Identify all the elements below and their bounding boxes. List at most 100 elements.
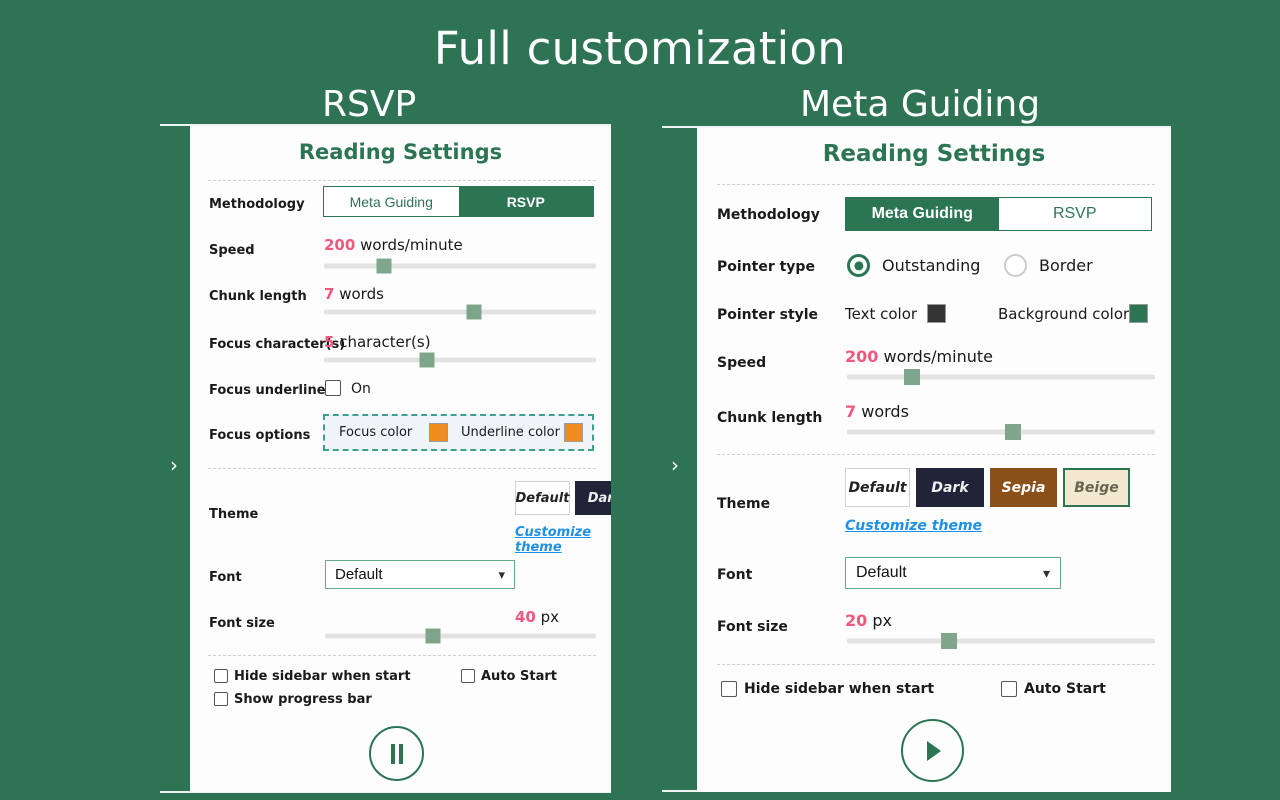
font-size-label: Font size bbox=[209, 616, 275, 631]
speed-value: 200 bbox=[324, 236, 356, 254]
chunk-length-label: Chunk length bbox=[717, 410, 823, 426]
methodology-option-rsvp[interactable]: RSVP bbox=[458, 187, 593, 216]
font-select[interactable]: Default ▾ bbox=[325, 560, 515, 589]
hide-sidebar-checkbox[interactable] bbox=[214, 669, 228, 683]
focus-color-label: Focus color bbox=[339, 425, 413, 440]
focus-characters-slider-thumb[interactable] bbox=[419, 352, 435, 368]
chunk-length-value-line: 7 words bbox=[324, 285, 384, 303]
focus-options-box: Focus color Underline color bbox=[323, 414, 594, 451]
pointer-text-color-swatch[interactable] bbox=[927, 304, 946, 323]
panel-caption-right: Meta Guiding bbox=[800, 84, 1041, 125]
font-size-unit: px bbox=[872, 611, 892, 630]
auto-start-checkbox[interactable] bbox=[461, 669, 475, 683]
theme-option-default[interactable]: Default bbox=[845, 468, 910, 507]
underline-color-swatch[interactable] bbox=[564, 423, 583, 442]
speed-slider-thumb[interactable] bbox=[903, 369, 920, 385]
play-button[interactable] bbox=[901, 719, 964, 782]
focus-color-swatch[interactable] bbox=[429, 423, 448, 442]
separator bbox=[208, 180, 596, 181]
focus-characters-value: 5 bbox=[324, 333, 335, 351]
hide-sidebar-label: Hide sidebar when start bbox=[744, 681, 935, 697]
font-size-value-line: 20 px bbox=[845, 611, 892, 630]
focus-characters-slider[interactable] bbox=[324, 352, 596, 368]
theme-option-beige[interactable]: Beige bbox=[1063, 468, 1130, 507]
play-icon bbox=[926, 740, 941, 761]
customize-theme-link[interactable]: Customize theme bbox=[845, 518, 982, 534]
methodology-option-meta-guiding[interactable]: Meta Guiding bbox=[846, 198, 999, 230]
focus-options-label: Focus options bbox=[209, 428, 311, 443]
speed-unit: words/minute bbox=[360, 236, 463, 254]
methodology-toggle[interactable]: Meta Guiding RSVP bbox=[845, 197, 1152, 231]
theme-label: Theme bbox=[209, 507, 259, 522]
pointer-type-option-outstanding[interactable]: Outstanding bbox=[882, 256, 980, 275]
theme-option-dark[interactable]: Dark bbox=[575, 481, 611, 515]
rsvp-settings-panel: Reading Settings Methodology Meta Guidin… bbox=[190, 126, 611, 792]
pointer-type-radio-outstanding[interactable] bbox=[847, 254, 870, 277]
font-label: Font bbox=[717, 567, 753, 583]
theme-options: Default Dark Sepia Beige bbox=[515, 481, 611, 515]
hide-sidebar-checkbox[interactable] bbox=[721, 681, 737, 697]
right-panel-heading: Reading Settings bbox=[822, 141, 1046, 167]
separator bbox=[717, 184, 1155, 185]
font-select-value: Default bbox=[856, 564, 907, 581]
page-title: Full customization bbox=[433, 22, 847, 75]
chunk-length-slider-track bbox=[324, 309, 596, 315]
speed-slider[interactable] bbox=[324, 258, 596, 274]
font-size-slider-thumb[interactable] bbox=[425, 628, 441, 644]
meta-guiding-settings-panel: Reading Settings Methodology Meta Guidin… bbox=[697, 128, 1171, 792]
auto-start-label: Auto Start bbox=[1024, 681, 1106, 697]
chunk-length-value-line: 7 words bbox=[845, 402, 909, 421]
speed-value-line: 200 words/minute bbox=[324, 236, 463, 254]
methodology-option-rsvp[interactable]: RSVP bbox=[998, 198, 1151, 230]
expand-sidebar-chevron-left[interactable]: › bbox=[170, 455, 178, 475]
chunk-length-value: 7 bbox=[845, 402, 857, 421]
theme-option-default[interactable]: Default bbox=[515, 481, 570, 515]
methodology-toggle[interactable]: Meta Guiding RSVP bbox=[323, 186, 594, 217]
focus-characters-unit: character(s) bbox=[339, 333, 431, 351]
font-size-value-line: 40 px bbox=[515, 608, 559, 626]
font-select[interactable]: Default ▾ bbox=[845, 557, 1061, 589]
speed-slider-track bbox=[847, 374, 1155, 380]
speed-label: Speed bbox=[717, 355, 767, 371]
pointer-background-color-swatch[interactable] bbox=[1129, 304, 1148, 323]
pointer-type-option-border[interactable]: Border bbox=[1039, 256, 1093, 275]
theme-option-dark[interactable]: Dark bbox=[916, 468, 984, 507]
font-size-slider[interactable] bbox=[847, 633, 1155, 649]
theme-options: Default Dark Sepia Beige bbox=[845, 468, 1130, 507]
focus-characters-slider-track bbox=[324, 357, 596, 363]
customize-theme-link[interactable]: Customize theme bbox=[515, 525, 611, 555]
chunk-length-unit: words bbox=[339, 285, 384, 303]
font-select-value: Default bbox=[335, 566, 383, 583]
focus-underline-checkbox[interactable] bbox=[325, 380, 341, 396]
speed-value: 200 bbox=[845, 347, 879, 366]
pause-button[interactable] bbox=[369, 726, 424, 781]
show-progress-bar-checkbox[interactable] bbox=[214, 692, 228, 706]
expand-sidebar-chevron-right[interactable]: › bbox=[671, 455, 679, 475]
auto-start-label: Auto Start bbox=[481, 669, 557, 684]
pointer-type-radio-border[interactable] bbox=[1004, 254, 1027, 277]
chevron-down-icon: ▾ bbox=[1042, 564, 1050, 581]
chunk-length-slider-thumb[interactable] bbox=[466, 304, 482, 320]
font-size-slider-track bbox=[325, 633, 596, 639]
show-progress-bar-label: Show progress bar bbox=[234, 692, 372, 707]
pause-icon bbox=[390, 743, 403, 764]
font-size-value: 20 bbox=[845, 611, 868, 630]
chunk-length-slider-thumb[interactable] bbox=[1005, 424, 1022, 440]
theme-option-sepia[interactable]: Sepia bbox=[990, 468, 1057, 507]
methodology-option-meta-guiding[interactable]: Meta Guiding bbox=[324, 187, 459, 216]
pointer-type-label: Pointer type bbox=[717, 259, 815, 275]
speed-slider-thumb[interactable] bbox=[376, 258, 392, 274]
chunk-length-slider[interactable] bbox=[847, 424, 1155, 440]
separator bbox=[208, 655, 596, 656]
font-size-slider[interactable] bbox=[325, 628, 596, 644]
speed-slider[interactable] bbox=[847, 369, 1155, 385]
chunk-length-slider[interactable] bbox=[324, 304, 596, 320]
methodology-label: Methodology bbox=[717, 207, 820, 223]
auto-start-checkbox[interactable] bbox=[1001, 681, 1017, 697]
chunk-length-slider-track bbox=[847, 429, 1155, 435]
focus-underline-checkbox-label: On bbox=[351, 381, 371, 397]
font-size-slider-thumb[interactable] bbox=[940, 633, 957, 649]
chunk-length-value: 7 bbox=[324, 285, 335, 303]
methodology-label: Methodology bbox=[209, 197, 305, 212]
speed-value-line: 200 words/minute bbox=[845, 347, 993, 366]
